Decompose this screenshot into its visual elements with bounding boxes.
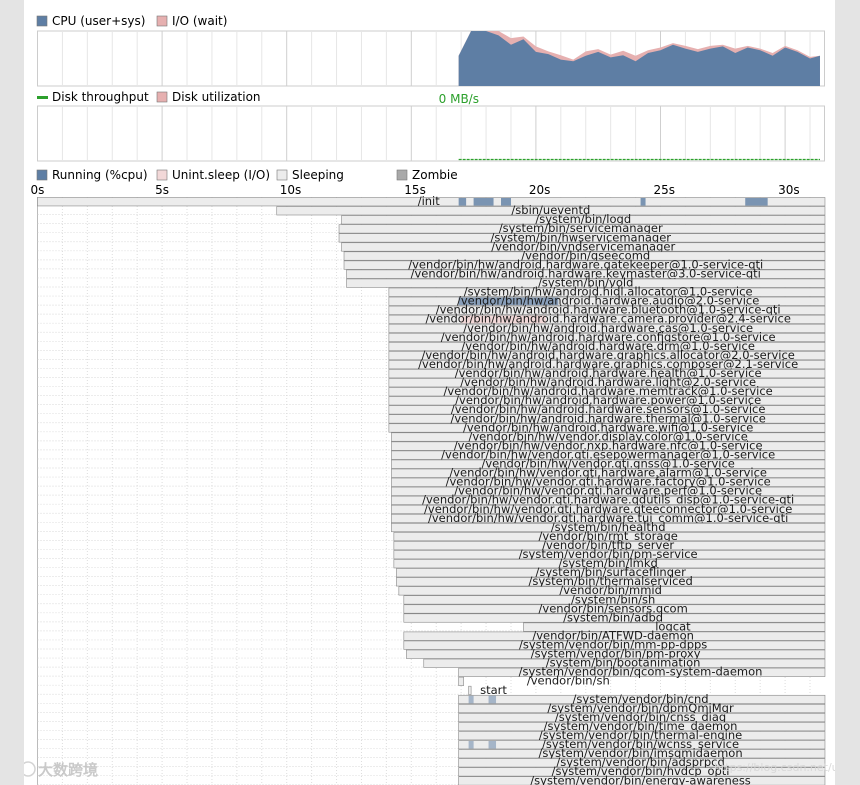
proc-legend-label: Running (%cpu) <box>52 168 148 182</box>
time-tick-label: 5s <box>155 183 169 197</box>
time-tick-label: 20s <box>529 183 551 197</box>
cpu-legend-swatch <box>36 15 48 27</box>
proc-legend-label: Unint.sleep (I/O) <box>172 168 270 182</box>
process-running-segment <box>745 198 768 206</box>
process-label: start <box>480 683 507 697</box>
process-bar <box>458 676 464 686</box>
cpu-legend-label: I/O (wait) <box>172 14 227 28</box>
time-tick-label: 25s <box>654 183 676 197</box>
process-running-segment <box>458 198 467 206</box>
disk-legend-swatch <box>156 91 168 103</box>
proc-legend-swatch <box>396 169 408 181</box>
proc-legend-swatch <box>36 169 48 181</box>
disk-legend-label: Disk throughput <box>52 90 149 104</box>
proc-legend-label: Zombie <box>412 168 458 182</box>
bootchart-panel: CPU (user+sys) I/O (wait) Disk throughput D… <box>24 0 835 785</box>
watermark-left: 大数跨境 <box>38 761 98 779</box>
time-tick-label: 30s <box>778 183 800 197</box>
time-tick-label: 0s <box>31 183 45 197</box>
process-running-segment <box>488 695 497 704</box>
watermark-logo-icon <box>24 761 36 777</box>
proc-legend-label: Sleeping <box>292 168 344 182</box>
bootchart-svg: CPU (user+sys) I/O (wait) Disk throughput D… <box>24 14 835 785</box>
process-running-segment <box>468 695 474 704</box>
disk-legend-swatch <box>37 96 48 99</box>
process-label: /init <box>418 194 441 208</box>
process-label: /vendor/bin/sh <box>527 674 610 688</box>
process-running-segment <box>473 198 494 206</box>
watermark-right: https://blog.csdn.net/u011150... <box>714 761 835 774</box>
proc-legend-swatch <box>156 169 168 181</box>
proc-legend-swatch <box>276 169 288 181</box>
process-bar <box>468 685 472 695</box>
disk-throughput-readout: 0 MB/s <box>439 92 479 106</box>
cpu-legend-swatch <box>156 15 168 27</box>
process-running-segment <box>640 198 646 206</box>
disk-legend-label: Disk utilization <box>172 90 261 104</box>
process-running-segment <box>468 741 474 749</box>
cpu-legend-label: CPU (user+sys) <box>52 14 145 28</box>
process-running-segment <box>488 741 497 749</box>
process-label: /system/bin/adbd <box>563 610 663 624</box>
disk-frame <box>37 105 825 162</box>
process-running-segment <box>501 198 511 206</box>
time-tick-label: 10s <box>280 183 302 197</box>
